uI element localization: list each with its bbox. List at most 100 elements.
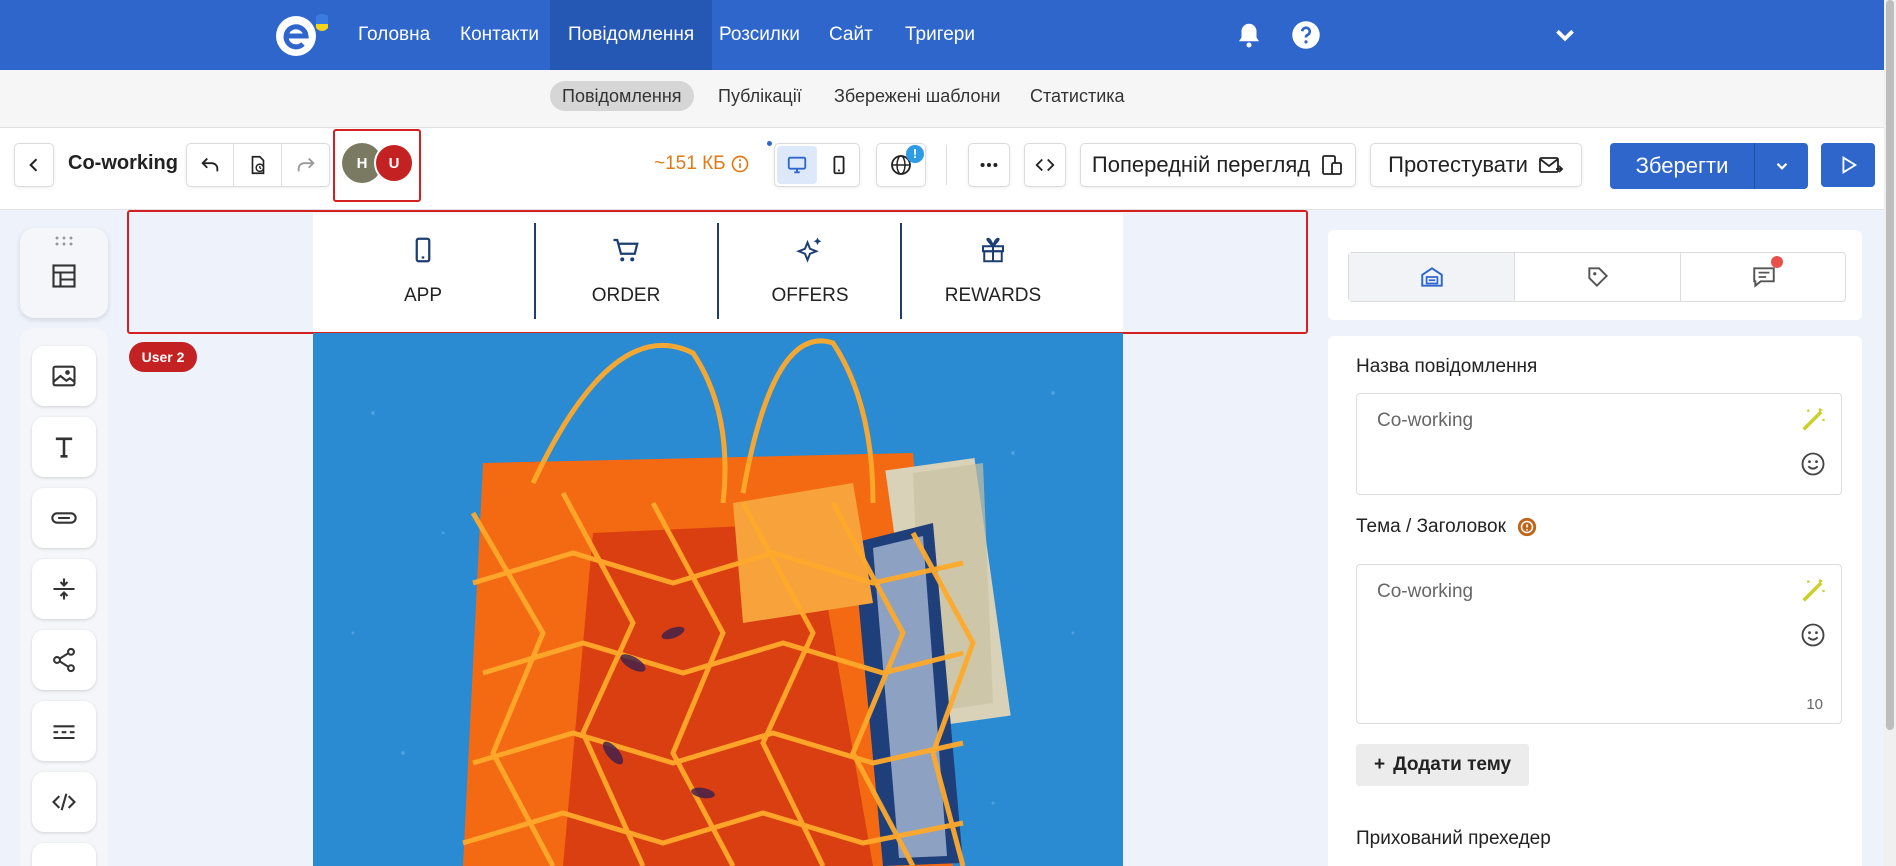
back-button[interactable] bbox=[14, 143, 54, 187]
social-tool[interactable] bbox=[32, 630, 96, 690]
desktop-icon bbox=[787, 156, 807, 174]
history-button[interactable] bbox=[234, 144, 282, 186]
button-tool[interactable] bbox=[32, 488, 96, 548]
tab-tags[interactable] bbox=[1515, 253, 1681, 301]
subject-field[interactable]: Co-working 10 bbox=[1356, 564, 1842, 724]
chevron-left-icon bbox=[29, 158, 38, 172]
device-indicator-dot bbox=[767, 141, 772, 146]
help-icon[interactable] bbox=[1291, 20, 1321, 50]
subject-warning-icon[interactable] bbox=[1516, 516, 1538, 538]
sub-navigation: Повідомлення Публікації Збережені шаблон… bbox=[0, 70, 1896, 128]
redo-button[interactable] bbox=[282, 144, 329, 186]
device-toggle bbox=[774, 143, 860, 187]
name-label: Назва повідомлення bbox=[1356, 356, 1538, 377]
mobile-icon bbox=[833, 155, 845, 175]
chevron-down-icon[interactable] bbox=[1550, 20, 1580, 50]
text-tool[interactable] bbox=[32, 417, 96, 477]
undo-button[interactable] bbox=[187, 144, 234, 186]
subnav-publications[interactable]: Публікації bbox=[706, 81, 814, 111]
save-options-button[interactable] bbox=[1755, 143, 1808, 189]
save-button[interactable]: Зберегти bbox=[1610, 143, 1754, 189]
bell-icon[interactable] bbox=[1234, 20, 1264, 50]
more-button[interactable] bbox=[968, 143, 1010, 187]
undo-icon bbox=[201, 157, 219, 172]
magic-wand-icon[interactable] bbox=[1799, 577, 1827, 605]
subject-label: Тема / Заголовок bbox=[1356, 516, 1506, 537]
toolbar-divider bbox=[946, 145, 947, 185]
menu-item-app[interactable]: APP bbox=[313, 213, 533, 323]
nav-triggers[interactable]: Тригери bbox=[887, 0, 993, 70]
name-field[interactable]: Co-working bbox=[1356, 393, 1842, 495]
spacer-tool[interactable] bbox=[32, 559, 96, 619]
document-history-icon bbox=[251, 155, 264, 175]
spacer-icon bbox=[53, 578, 75, 600]
share-icon bbox=[53, 647, 75, 673]
sparkle-icon bbox=[796, 237, 822, 263]
tab-comments[interactable] bbox=[1681, 253, 1847, 301]
test-label: Протестувати bbox=[1388, 152, 1528, 177]
top-navigation: Головна Контакти Повідомлення Розсилки С… bbox=[0, 0, 1896, 70]
cart-icon bbox=[613, 238, 639, 262]
image-tool[interactable] bbox=[32, 346, 96, 406]
subnav-messages[interactable]: Повідомлення bbox=[550, 81, 694, 111]
magic-wand-icon[interactable] bbox=[1799, 406, 1827, 434]
nav-contacts[interactable]: Контакти bbox=[442, 0, 557, 70]
info-icon[interactable] bbox=[730, 154, 750, 174]
play-icon bbox=[1842, 156, 1858, 174]
plus-icon: + bbox=[1374, 754, 1386, 775]
name-value: Co-working bbox=[1377, 410, 1474, 431]
grid-icon bbox=[52, 264, 76, 288]
subnav-saved-templates[interactable]: Збережені шаблони bbox=[822, 81, 1012, 111]
redo-icon bbox=[297, 157, 315, 172]
preview-button[interactable]: Попередній перегляд bbox=[1080, 143, 1356, 187]
history-group bbox=[186, 143, 330, 187]
message-title: Co-working bbox=[68, 152, 178, 174]
menu-label-order: ORDER bbox=[591, 285, 661, 306]
nav-site[interactable]: Сайт bbox=[811, 0, 891, 70]
shopping-bag-illustration bbox=[313, 333, 1123, 866]
emoji-icon[interactable] bbox=[1799, 450, 1827, 478]
content-tools bbox=[20, 328, 108, 866]
desktop-view-button[interactable] bbox=[777, 146, 817, 184]
logo-icon[interactable] bbox=[272, 10, 342, 60]
preheader-label: Прихований прехедер bbox=[1356, 828, 1551, 849]
page-scrollbar[interactable] bbox=[1884, 0, 1896, 866]
code-view-button[interactable] bbox=[1024, 143, 1066, 187]
code-icon bbox=[52, 793, 76, 811]
menu-item-order[interactable]: ORDER bbox=[536, 213, 716, 323]
nav-messages[interactable]: Повідомлення bbox=[550, 0, 713, 70]
nav-campaigns[interactable]: Розсилки bbox=[701, 0, 818, 70]
send-button[interactable] bbox=[1821, 143, 1875, 187]
mail-send-icon bbox=[1538, 157, 1564, 173]
html-tool[interactable] bbox=[32, 772, 96, 832]
layout-tool-card[interactable] bbox=[20, 228, 108, 318]
text-icon bbox=[55, 437, 73, 458]
test-button[interactable]: Протестувати bbox=[1370, 143, 1582, 187]
more-tool[interactable] bbox=[32, 843, 96, 866]
menu-item-rewards[interactable]: REWARDS bbox=[902, 213, 1084, 323]
tab-general[interactable] bbox=[1349, 253, 1515, 301]
preview-label: Попередній перегляд bbox=[1091, 152, 1311, 177]
add-subject-button[interactable]: + Додати тему bbox=[1356, 744, 1530, 786]
subnav-statistics[interactable]: Статистика bbox=[1018, 81, 1137, 111]
drag-handle-icon[interactable] bbox=[54, 236, 74, 246]
subject-value: Co-working bbox=[1377, 581, 1474, 602]
message-size: ~151 КБ bbox=[654, 153, 726, 174]
email-menu-block[interactable]: APP ORDER OFFERS REWARDS bbox=[313, 213, 1123, 333]
menu-item-offers[interactable]: OFFERS bbox=[719, 213, 901, 323]
gift-icon bbox=[982, 237, 1004, 263]
divider-tool[interactable] bbox=[32, 701, 96, 761]
save-split-button: Зберегти bbox=[1610, 143, 1808, 189]
phone-icon bbox=[415, 237, 431, 263]
subject-char-count: 10 bbox=[1806, 696, 1823, 713]
notification-dot bbox=[1771, 256, 1783, 268]
avatar-u[interactable]: U bbox=[374, 143, 414, 183]
emoji-icon[interactable] bbox=[1799, 621, 1827, 649]
tag-icon bbox=[1587, 267, 1608, 288]
mobile-view-button[interactable] bbox=[819, 146, 859, 184]
chevron-down-icon bbox=[1776, 162, 1787, 170]
add-subject-label: Додати тему bbox=[1393, 754, 1512, 775]
hero-image[interactable] bbox=[313, 333, 1123, 866]
nav-home[interactable]: Головна bbox=[340, 0, 448, 70]
scrollbar-thumb[interactable] bbox=[1886, 0, 1894, 730]
